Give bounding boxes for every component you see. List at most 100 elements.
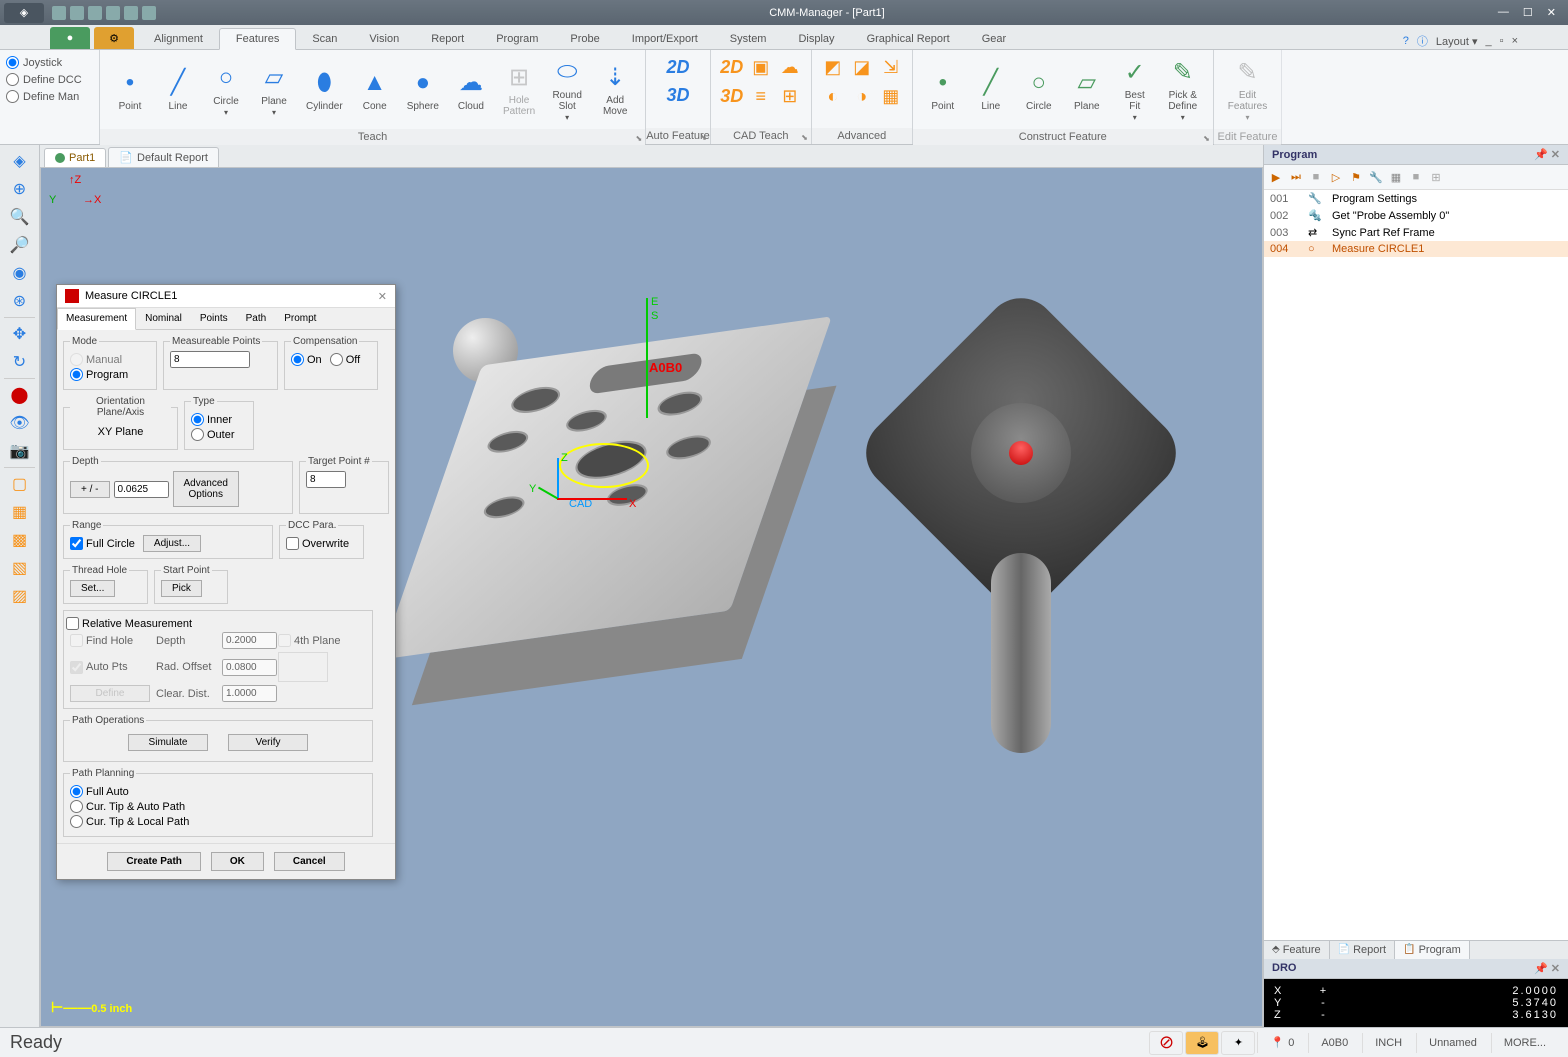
pin-icon[interactable]: 📌 ✕ [1534,148,1560,161]
teach-line-button[interactable]: ╱Line [156,65,200,114]
status-probe-cell[interactable]: 📍 0 [1257,1032,1306,1053]
program-row[interactable]: 002🔩Get "Probe Assembly 0" [1264,207,1568,224]
cube-hidden-icon[interactable]: ▨ [8,584,32,608]
construct-line-button[interactable]: ╱Line [969,65,1013,114]
depth-toggle-button[interactable]: + / - [70,481,110,498]
tab-system[interactable]: System [714,29,783,49]
checkbox-full-circle[interactable]: Full Circle [70,537,135,550]
program-row[interactable]: 004○Measure CIRCLE1 [1264,241,1568,257]
maximize-button[interactable]: ☐ [1523,6,1533,19]
teach-sphere-button[interactable]: ●Sphere [401,65,445,114]
status-joystick-icon[interactable]: 🕹 [1185,1031,1219,1055]
construct-circle-button[interactable]: ○Circle [1017,65,1061,114]
status-units-cell[interactable]: INCH [1362,1033,1414,1053]
file-tab[interactable]: ● [50,27,90,49]
cube-solid-icon[interactable]: ▦ [8,500,32,524]
file-tab-2[interactable]: ⚙ [94,27,134,49]
cancel-button[interactable]: Cancel [274,852,345,871]
status-more-cell[interactable]: MORE... [1491,1033,1558,1053]
create-path-button[interactable]: Create Path [107,852,201,871]
checkbox-auto-pts[interactable]: Auto Pts [70,661,150,674]
tab-gear[interactable]: Gear [966,29,1022,49]
verify-button[interactable]: Verify [228,734,308,751]
measurable-points-input[interactable] [170,351,250,368]
radio-joystick[interactable]: Joystick [6,56,93,69]
construct-launcher-icon[interactable]: ⬊ [1203,134,1210,143]
thread-set-button[interactable]: Set... [70,580,115,597]
teach-round-slot-button[interactable]: ⬭Round Slot▾ [545,54,589,125]
cad-teach-6-button[interactable]: ⊞ [777,83,803,109]
prog-grid-icon[interactable]: ▦ [1388,169,1404,185]
app-logo[interactable]: ◈ [4,3,44,23]
adv-1-button[interactable]: ◩ [820,54,846,80]
status-coord-cell[interactable]: Unnamed [1416,1033,1489,1053]
doc-tab-part1[interactable]: Part1 [44,148,106,167]
radio-inner[interactable]: Inner [191,413,247,426]
simulate-button[interactable]: Simulate [128,734,208,751]
teach-cylinder-button[interactable]: ⬮Cylinder [300,65,349,114]
qat-save-icon[interactable] [88,6,102,20]
teach-launcher-icon[interactable]: ⬊ [635,134,642,143]
radio-comp-off[interactable]: Off [330,353,360,366]
cad-teach-2-button[interactable]: ▣ [748,54,774,80]
start-pick-button[interactable]: Pick [161,580,202,597]
zoom-out-icon[interactable]: 🔎 [8,233,32,257]
rel-define-button[interactable]: Define [70,685,150,702]
pan-icon[interactable]: ✥ [8,322,32,346]
help-icon[interactable]: ? [1403,35,1409,47]
program-row[interactable]: 001🔧Program Settings [1264,190,1568,207]
view-camera-icon[interactable]: 📷 [8,439,32,463]
program-row[interactable]: 003⇄Sync Part Ref Frame [1264,224,1568,241]
tab-vision[interactable]: Vision [353,29,415,49]
adv-3-button[interactable]: ⇲ [878,54,904,80]
cadteach-launcher-icon[interactable]: ⬊ [801,133,808,142]
prog-wrench-icon[interactable]: 🔧 [1368,169,1384,185]
radio-define-dcc[interactable]: Define DCC [6,73,93,86]
tab-program[interactable]: Program [480,29,554,49]
prog-flag-icon[interactable]: ⚑ [1348,169,1364,185]
tab-graphical-report[interactable]: Graphical Report [851,29,966,49]
prog-block-icon[interactable]: ■ [1408,169,1424,185]
teach-add-move-button[interactable]: ⇣Add Move [593,59,637,119]
program-list[interactable]: 001🔧Program Settings002🔩Get "Probe Assem… [1264,190,1568,940]
zoom-default-icon[interactable]: ⊕ [8,177,32,201]
cad-teach-3-button[interactable]: ☁ [777,54,803,80]
adv-6-button[interactable]: ▦ [878,83,904,109]
doc-tab-default-report[interactable]: 📄Default Report [108,147,219,167]
rel-depth-input[interactable] [222,632,277,649]
cad-teach-4-button[interactable]: 3D [719,83,745,109]
qat-settings-icon[interactable] [142,6,156,20]
status-axes-icon[interactable]: ✦ [1221,1031,1255,1055]
teach-plane-button[interactable]: ▱Plane▾ [252,60,296,120]
rotate-icon[interactable]: ↻ [8,350,32,374]
auto-launcher-icon[interactable]: ⬊ [700,133,707,142]
adjust-button[interactable]: Adjust... [143,535,201,552]
teach-cone-button[interactable]: ▲Cone [353,65,397,114]
construct-point-button[interactable]: •Point [921,65,965,114]
cad-teach-1-button[interactable]: 2D [719,54,745,80]
ribbon-restore-icon[interactable]: ▫ [1500,35,1504,47]
rel-rad-input[interactable] [222,659,277,676]
radio-comp-on[interactable]: On [291,353,322,366]
checkbox-relative[interactable]: Relative Measurement [66,617,366,630]
radio-tip-auto[interactable]: Cur. Tip & Auto Path [70,800,366,813]
prog-play-icon[interactable]: ▶ [1268,169,1284,185]
minimize-button[interactable]: — [1498,6,1509,19]
dialog-tab-prompt[interactable]: Prompt [275,308,325,329]
dro-pin-icon[interactable]: 📌 ✕ [1534,962,1560,975]
radio-tip-local[interactable]: Cur. Tip & Local Path [70,815,366,828]
zoom-all-icon[interactable]: ⊛ [8,289,32,313]
adv-5-button[interactable]: ◑ [849,83,875,109]
tab-display[interactable]: Display [782,29,850,49]
prog-stop-icon[interactable]: ■ [1308,169,1324,185]
teach-point-button[interactable]: •Point [108,65,152,114]
depth-input[interactable] [114,481,169,498]
close-button[interactable]: ✕ [1547,6,1556,19]
dialog-tab-measurement[interactable]: Measurement [57,308,136,330]
status-stop-icon[interactable]: ⊘ [1149,1031,1183,1055]
dialog-close-button[interactable]: ✕ [378,290,387,303]
info-icon[interactable]: ⓘ [1417,33,1428,49]
status-angle-cell[interactable]: A0B0 [1308,1033,1360,1053]
zoom-in-icon[interactable]: 🔍 [8,205,32,229]
qat-open-icon[interactable] [70,6,84,20]
